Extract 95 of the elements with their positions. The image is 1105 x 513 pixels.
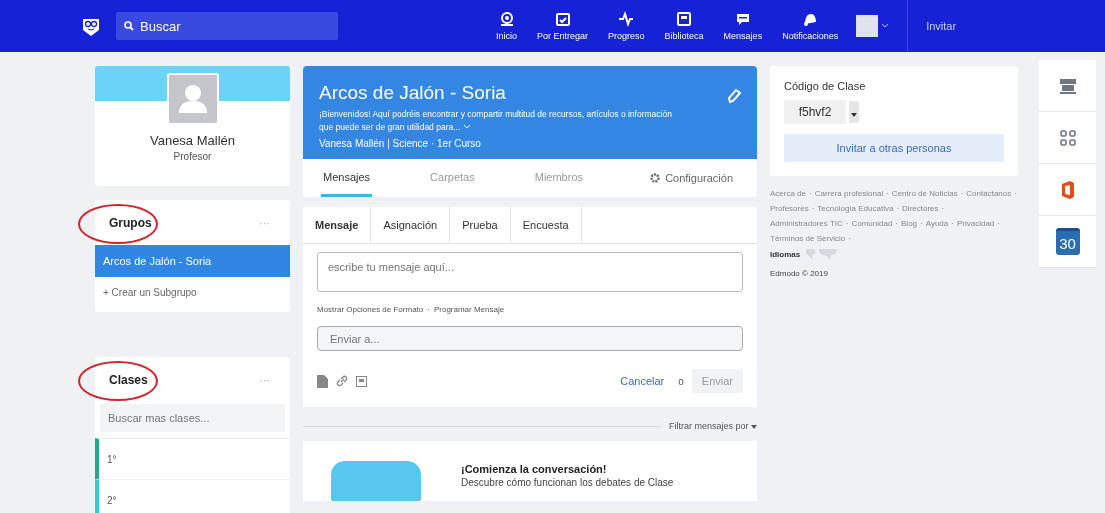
separator-dot: ·	[895, 218, 899, 230]
search-field[interactable]: Buscar	[116, 12, 338, 40]
nav-item[interactable]: Por Entregar	[527, 11, 599, 41]
group-title: Arcos de Jalón - Soria	[319, 82, 507, 104]
footer-link[interactable]: Comunidad	[851, 216, 893, 231]
empty-state-text: Descubre cómo funcionan los debates de Clase	[461, 477, 674, 488]
caret-icon	[851, 112, 857, 117]
checklist-icon	[554, 11, 571, 27]
footer-link[interactable]: Blog	[901, 216, 918, 231]
separator-dot: ·	[1014, 188, 1017, 200]
copyright: Edmodo © 2019	[770, 269, 829, 278]
book-icon	[676, 11, 693, 27]
footer-link[interactable]: Directores	[902, 201, 939, 216]
section-title: Grupos	[109, 215, 152, 230]
settings-button[interactable]: Configuración	[644, 159, 739, 197]
pencil-icon[interactable]	[727, 88, 741, 104]
class-item[interactable]: 2°	[95, 479, 290, 513]
app-shortcut[interactable]: 30	[1039, 216, 1096, 268]
bell-icon	[802, 11, 819, 27]
nav-item[interactable]: Notificaciones	[772, 11, 849, 41]
calendar-icon: 30	[1055, 228, 1080, 255]
separator-dot: ·	[920, 218, 923, 230]
invite-others-button[interactable]: Invitar a otras personas	[784, 134, 1004, 162]
class-code-label: Código de Clase	[784, 80, 867, 92]
composer-tab[interactable]: Encuesta	[510, 207, 582, 243]
group-description: ¡Bienvenidos! Aquí podréis encontrar y compartir multitud de recursos, artículos o información que puede ser de gran utilidad para...	[319, 108, 673, 134]
empty-state-title: ¡Comienza la conversación!	[461, 463, 608, 475]
footer-link[interactable]: Centro de Noticias	[891, 186, 958, 201]
group-tab[interactable]: Mensajes	[321, 159, 373, 197]
webcam-icon	[498, 11, 515, 27]
nav-item[interactable]: Inicio	[486, 11, 527, 41]
separator-dot: ·	[845, 218, 849, 230]
class-code: f5hvf2	[784, 100, 846, 124]
separator-dot: ·	[809, 188, 812, 200]
filter-dropdown[interactable]: Filtrar mensajes por	[668, 421, 757, 431]
account-menu[interactable]	[856, 15, 890, 37]
app-shortcut[interactable]	[1039, 164, 1096, 216]
message-field[interactable]: escribe tu mensaje aquí...	[317, 252, 743, 292]
footer-link[interactable]: Profesores	[770, 201, 809, 216]
separator-dot: ·	[960, 188, 964, 200]
profile-role: Profesor	[173, 151, 212, 162]
schedule-link[interactable]: Programar Mensaje	[433, 305, 505, 314]
file-icon[interactable]	[317, 374, 328, 388]
group-tab[interactable]: Miembros	[532, 159, 585, 197]
footer-link[interactable]: Tecnología Educativa	[817, 201, 894, 216]
format-options-link[interactable]: Mostrar Opciones de Formato	[317, 305, 424, 314]
chat-icon	[734, 11, 751, 27]
create-subgroup-link[interactable]: + Crear un Subgrupo	[95, 277, 290, 312]
grid-icon	[1059, 129, 1076, 146]
group-tab[interactable]: Carpetas	[428, 159, 477, 197]
group-item[interactable]: Arcos de Jalón - Soria	[95, 245, 290, 277]
link-icon[interactable]	[336, 375, 348, 387]
section-title: Clases	[109, 372, 148, 387]
footer-link[interactable]: Carrera profesional	[814, 186, 884, 201]
nav-item[interactable]: Progreso	[598, 11, 655, 41]
settings-icon	[650, 173, 661, 183]
group-meta: Vanesa Mallén | Science · 1er Curso	[319, 138, 482, 149]
composer-tab[interactable]: Prueba	[450, 207, 511, 243]
footer-link[interactable]: Acerca de	[770, 186, 807, 201]
separator-dot: ·	[896, 203, 900, 215]
nav-item[interactable]: Biblioteca	[654, 11, 714, 41]
cancel-button[interactable]: Cancelar	[614, 374, 671, 388]
or-label: o	[678, 375, 684, 387]
separator-dot: ·	[951, 218, 954, 230]
avatar-icon	[166, 73, 219, 125]
footer-link[interactable]: Ayuda	[925, 216, 949, 231]
class-search-field[interactable]: Buscar mas clases...	[100, 404, 285, 432]
dropdown-button[interactable]	[849, 101, 859, 123]
class-item[interactable]: 1°	[95, 438, 290, 479]
nav-item[interactable]: Mensajes	[713, 11, 773, 41]
app-shortcut[interactable]	[1039, 112, 1096, 164]
app-shortcut[interactable]	[1039, 60, 1096, 112]
footer-link[interactable]: Contáctanos	[966, 186, 1012, 201]
profile-name: Vanesa Mallén	[149, 133, 235, 148]
languages-link[interactable]: Idiomas	[770, 249, 801, 259]
separator-dot: ·	[886, 188, 889, 200]
composer-tab[interactable]: Asignación	[371, 207, 451, 243]
chevron-icon[interactable]	[462, 124, 471, 130]
caret-icon	[881, 23, 890, 29]
footer-link[interactable]: Privacidad	[956, 216, 995, 231]
separator-dot: ·	[811, 203, 815, 215]
invite-button[interactable]: Invitar	[907, 0, 957, 52]
recipient-field[interactable]: Enviar a...	[317, 326, 743, 351]
separator-dot: ·	[941, 203, 945, 215]
separator-dot: ·	[997, 218, 1000, 230]
caret-icon	[751, 425, 757, 429]
search-icon	[124, 21, 134, 31]
footer-link[interactable]: Administradores TIC	[770, 216, 843, 231]
separator-dot: ·	[427, 305, 430, 314]
pulse-icon	[618, 11, 635, 27]
office-icon	[1060, 180, 1075, 199]
store-icon	[1058, 77, 1077, 94]
separator-dot: ·	[848, 233, 851, 245]
library-icon[interactable]	[356, 375, 367, 387]
footer-link[interactable]: Términos de Servicio	[770, 231, 846, 246]
